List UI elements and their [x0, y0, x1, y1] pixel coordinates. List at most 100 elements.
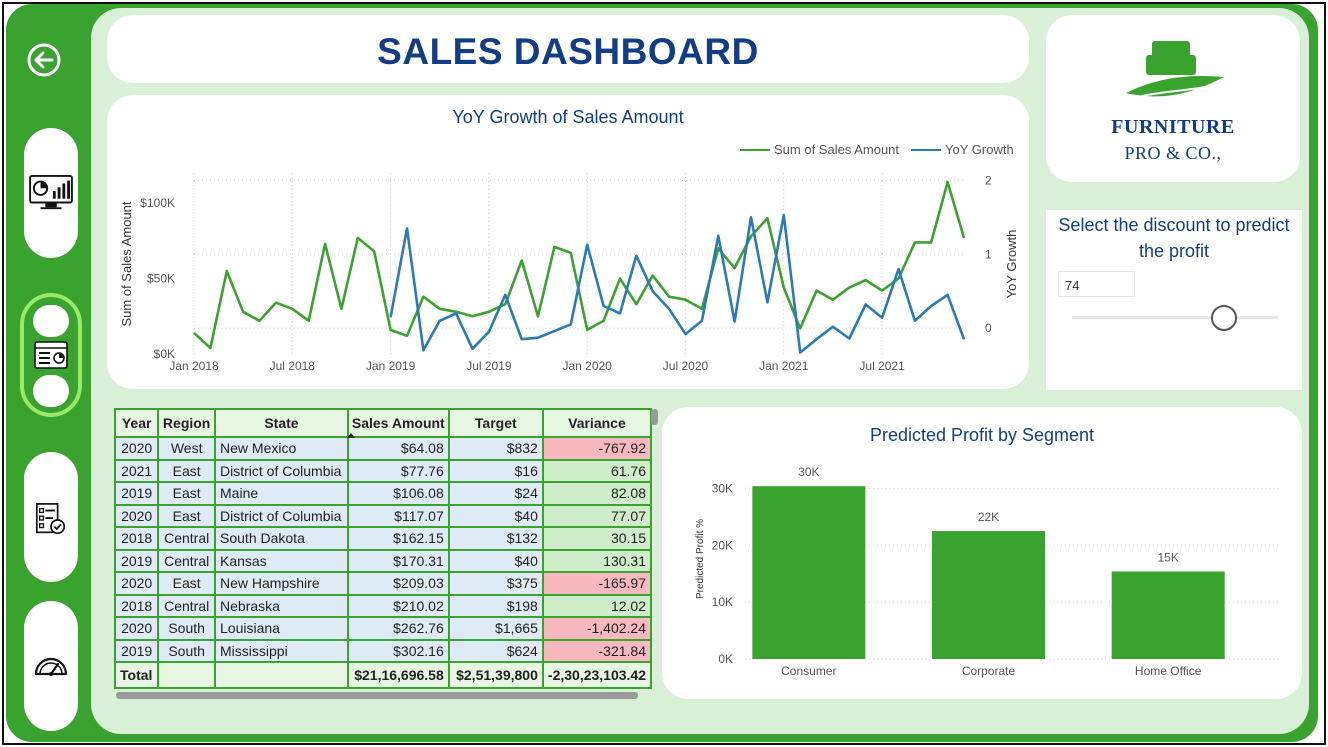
cell-variance: 82.08 — [541, 481, 653, 506]
cell-target: $40 — [447, 503, 544, 528]
dashboard-panel-icon — [34, 341, 68, 369]
cell-variance: 77.07 — [541, 503, 653, 528]
cell-target: $16 — [447, 458, 544, 483]
cell-sales-amount: $209.03 — [346, 571, 450, 596]
cell-state: Kansas — [214, 548, 349, 573]
cell-variance: 61.76 — [541, 458, 653, 483]
cell-sales-amount: $117.07 — [346, 503, 450, 528]
col-year[interactable]: Year — [113, 408, 160, 438]
cell-sales-amount: $77.76 — [346, 458, 450, 483]
col-sales-amount-label: Sales Amount — [351, 415, 445, 431]
nav-item-overview[interactable] — [24, 128, 78, 258]
cell-year: 2020 — [113, 616, 160, 641]
nav-highlight — [33, 375, 69, 407]
total-cell-sales-amount: $21,16,696.58 — [346, 661, 450, 689]
total-cell-target: $2,51,39,800 — [447, 661, 544, 689]
total-cell-state — [214, 661, 349, 689]
cell-region: East — [157, 571, 217, 596]
nav-item-performance[interactable] — [24, 601, 78, 731]
cell-region: East — [157, 503, 217, 528]
table-scrollbar-vertical[interactable] — [651, 409, 658, 425]
sales-table: Year Region State Sales Amount Target Va… — [113, 408, 653, 689]
table-row[interactable]: 2020 West New Mexico $64.08 $832 -767.92 — [113, 436, 653, 461]
table-row[interactable]: 2019 Central Kansas $170.31 $40 130.31 — [113, 548, 653, 573]
cell-state: Mississippi — [214, 638, 349, 663]
cell-year: 2018 — [113, 526, 160, 551]
cell-year: 2019 — [113, 481, 160, 506]
bar-chart-title: Predicted Profit by Segment — [869, 425, 1095, 445]
sofa-logo-icon — [1126, 41, 1224, 98]
discount-title: Select the discount to predict the profi… — [1058, 215, 1290, 261]
logo-card: FURNITURE PRO & CO., — [1046, 15, 1300, 182]
discount-input[interactable]: 74 — [1058, 271, 1135, 297]
table-header-row: Year Region State Sales Amount Target Va… — [113, 408, 653, 438]
checklist-icon — [35, 503, 66, 535]
line-chart-card: YoY Growth of Sales Amount Sum of Sales … — [107, 95, 1029, 389]
table-total-row: Total $21,16,696.58 $2,51,39,800 -2,30,23,1… — [113, 661, 653, 689]
cell-region: Central — [157, 526, 217, 551]
logo-line1: FURNITURE — [1111, 116, 1235, 138]
col-sales-amount[interactable]: Sales Amount — [346, 408, 450, 438]
title-card: SALES DASHBOARD — [107, 15, 1029, 83]
table-scrollbar-horizontal[interactable] — [116, 692, 638, 699]
nav-highlight — [33, 305, 69, 337]
page-title: SALES DASHBOARD — [377, 31, 759, 72]
cell-state: New Hampshire — [214, 571, 349, 596]
legend-label-sales: Sum of Sales Amount — [774, 142, 900, 157]
cell-target: $832 — [447, 436, 544, 461]
table-row[interactable]: 2020 East District of Columbia $117.07 $40 77… — [113, 503, 653, 528]
cell-state: South Dakota — [214, 526, 349, 551]
cell-state: Louisiana — [214, 616, 349, 641]
table-row[interactable]: 2020 South Louisiana $262.76 $1,665 -1,402.24 — [113, 616, 653, 641]
cell-state: Nebraska — [214, 593, 349, 618]
table-row[interactable]: 2019 South Mississippi $302.16 $624 -321.84 — [113, 638, 653, 663]
nav-item-dashboard-active[interactable] — [24, 297, 78, 413]
cell-year: 2019 — [113, 548, 160, 573]
cell-target: $624 — [447, 638, 544, 663]
cell-variance: -165.97 — [541, 571, 653, 596]
cell-state: Maine — [214, 481, 349, 506]
cell-sales-amount: $106.08 — [346, 481, 450, 506]
arrow-left-circle-icon[interactable] — [26, 42, 62, 78]
table-row[interactable]: 2021 East District of Columbia $77.76 $16 61.… — [113, 458, 653, 483]
cell-target: $375 — [447, 571, 544, 596]
cell-target: $40 — [447, 548, 544, 573]
table-row[interactable]: 2018 Central Nebraska $210.02 $198 12.02 — [113, 593, 653, 618]
col-target[interactable]: Target — [447, 408, 544, 438]
cell-region: South — [157, 616, 217, 641]
cell-target: $198 — [447, 593, 544, 618]
discount-slider-track[interactable] — [1072, 316, 1278, 319]
sort-ascending-icon — [346, 433, 355, 438]
table-row[interactable]: 2018 Central South Dakota $162.15 $132 30.15 — [113, 526, 653, 551]
line-chart-title: YoY Growth of Sales Amount — [452, 107, 684, 127]
total-cell-year: Total — [113, 661, 160, 689]
cell-target: $1,665 — [447, 616, 544, 641]
cell-sales-amount: $170.31 — [346, 548, 450, 573]
cell-variance: -767.92 — [541, 436, 653, 461]
cell-state: District of Columbia — [214, 458, 349, 483]
legend-swatch-sales — [740, 148, 770, 151]
cell-variance: 30.15 — [541, 526, 653, 551]
bar-chart-card: Predicted Profit by Segment — [662, 407, 1302, 699]
logo-line2: PRO & CO., — [1124, 143, 1222, 163]
cell-state: New Mexico — [214, 436, 349, 461]
col-state[interactable]: State — [214, 408, 349, 438]
cell-year: 2020 — [113, 503, 160, 528]
cell-variance: 130.31 — [541, 548, 653, 573]
cell-sales-amount: $162.15 — [346, 526, 450, 551]
table-row[interactable]: 2019 East Maine $106.08 $24 82.08 — [113, 481, 653, 506]
cell-target: $24 — [447, 481, 544, 506]
table-row[interactable]: 2020 East New Hampshire $209.03 $375 -165.97 — [113, 571, 653, 596]
cell-sales-amount: $262.76 — [346, 616, 450, 641]
col-region[interactable]: Region — [157, 408, 217, 438]
cell-sales-amount: $64.08 — [346, 436, 450, 461]
gauge-icon — [34, 657, 68, 676]
nav-item-report[interactable] — [24, 452, 78, 582]
cell-year: 2019 — [113, 638, 160, 663]
cell-target: $132 — [447, 526, 544, 551]
cell-sales-amount: $302.16 — [346, 638, 450, 663]
cell-year: 2020 — [113, 436, 160, 461]
total-cell-region — [157, 661, 217, 689]
col-variance[interactable]: Variance — [541, 408, 653, 438]
legend-swatch-yoy — [911, 148, 942, 151]
